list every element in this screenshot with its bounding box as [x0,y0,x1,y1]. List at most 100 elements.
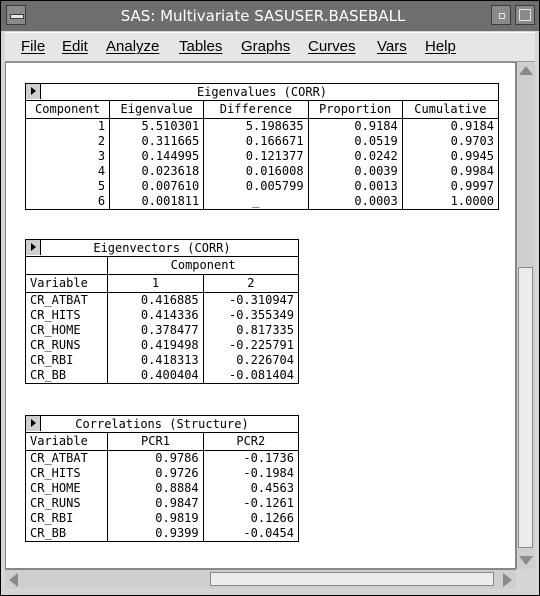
scroll-right-arrow-icon[interactable] [503,573,512,587]
table-cell: 0.121377 [203,149,309,164]
correlations-rows: CR_ATBAT 0.9786 -0.1736 CR_HITS 0.9726 -0.198… [26,450,299,542]
window-title: SAS: Multivariate SASUSER.BASEBALL [120,7,406,25]
table-cell: 0.005799 [203,179,309,194]
table-cell: 0.0039 [307,164,403,179]
table-cell: 0.9819 [107,511,204,526]
table-cell: CR_ATBAT [30,293,88,307]
table-cell: 1.0000 [401,194,499,210]
menu-curves[interactable]: Curves [308,38,356,55]
table-cell: 0.418313 [107,353,204,368]
horizontal-scroll-thumb[interactable] [210,572,494,586]
table-row: 4 0.023618 0.016008 0.0039 0.9984 [26,164,499,179]
scroll-down-arrow-icon[interactable] [519,556,533,565]
column-header: Eigenvalue [109,100,204,119]
table-cell: 0.378477 [107,323,204,338]
window-menu-button[interactable] [6,5,26,25]
table-cell: 0.0519 [307,134,403,149]
table-cell: 2 [97,134,106,148]
table-cell: CR_HITS [30,308,81,322]
group-header: Component [107,256,299,275]
column-header: Cumulative [401,100,499,119]
menu-analyze[interactable]: Analyze [106,38,159,55]
table-row: CR_BB 0.9399 -0.0454 [26,526,299,542]
table-cell: 5.510301 [109,118,204,134]
vertical-scroll-thumb[interactable] [518,267,533,548]
correlations-table: Correlations (Structure) Variable PCR1 P… [25,415,299,542]
table-cell: 0.9184 [401,118,499,134]
eigenvectors-menu-button[interactable] [26,240,41,255]
table-row: CR_HOME 0.8884 0.4563 [26,481,299,496]
table-cell: 0.8884 [107,481,204,496]
table-cell: CR_RBI [30,511,74,525]
table-cell: -0.0454 [202,526,299,542]
table-cell: 6 [97,194,106,208]
table-cell: CR_RUNS [30,496,81,510]
table-cell: -0.081404 [202,368,299,384]
table-cell: 0.0013 [307,179,403,194]
column-header: Component [25,100,110,119]
eigenvectors-rows: CR_ATBAT 0.416885 -0.310947 CR_HITS 0.414336… [26,292,299,384]
table-cell: 0.226704 [202,353,299,368]
minimize-button[interactable] [491,5,511,25]
table-cell: 0.9184 [307,118,403,134]
scroll-left-arrow-icon[interactable] [9,573,18,587]
output-pane: Eigenvalues (CORR) Component Eigenvalue … [5,62,516,569]
table-cell: CR_RUNS [30,338,81,352]
vertical-scrollbar[interactable] [516,62,535,569]
table-row: 2 0.311665 0.166671 0.0519 0.9703 [26,134,499,149]
column-header: 2 [202,274,299,293]
table-cell: CR_HITS [30,466,81,480]
eigenvectors-table: Eigenvectors (CORR) Component Variable 1… [25,239,299,384]
table-cell: 0.0003 [307,194,403,210]
table-cell: -0.310947 [202,292,299,308]
table-cell: 0.144995 [109,149,204,164]
horizontal-scrollbar[interactable] [5,569,516,589]
maximize-button[interactable] [515,5,535,25]
column-header: Difference [203,100,309,119]
table-row: CR_RBI 0.9819 0.1266 [26,511,299,526]
scroll-up-arrow-icon[interactable] [519,66,533,75]
table-row: CR_HITS 0.9726 -0.1984 [26,466,299,481]
eigenvectors-title-cell: Eigenvectors (CORR) [25,239,299,257]
table-cell: 0.9984 [401,164,499,179]
table-cell: 4 [97,164,106,178]
table-cell: CR_BB [30,368,67,382]
column-header: 1 [107,274,204,293]
table-cell: CR_HOME [30,323,81,337]
minimize-icon [499,13,505,19]
table-cell: CR_BB [30,526,67,540]
table-row: CR_ATBAT 0.416885 -0.310947 [26,292,299,308]
table-cell: CR_HOME [30,481,81,495]
menu-tables[interactable]: Tables [179,38,222,55]
blank-header [25,256,108,275]
table-row: CR_ATBAT 0.9786 -0.1736 [26,450,299,466]
menu-help[interactable]: Help [425,38,456,55]
menu-edit[interactable]: Edit [62,38,88,55]
table-cell: -0.1984 [202,466,299,481]
table-cell: -0.1261 [202,496,299,511]
menu-vars[interactable]: Vars [377,38,407,55]
column-header: PCR1 [107,432,204,451]
menu-graphs[interactable]: Graphs [241,38,290,55]
table-cell: 1 [97,119,106,133]
column-header: Variable [25,432,108,451]
table-cell: 0.9786 [107,450,204,466]
table-cell: 0.416885 [107,292,204,308]
table-cell: 0.4563 [202,481,299,496]
table-cell: 0.311665 [109,134,204,149]
table-row: 5 0.007610 0.005799 0.0013 0.9997 [26,179,499,194]
eigenvalues-table: Eigenvalues (CORR) Component Eigenvalue … [25,83,499,210]
menu-file[interactable]: File [21,38,45,55]
table-cell: 0.414336 [107,308,204,323]
table-cell: 0.166671 [203,134,309,149]
table-cell: _ [203,194,309,210]
sas-window: SAS: Multivariate SASUSER.BASEBALL File … [0,0,540,596]
eigenvalues-menu-button[interactable] [26,84,41,99]
correlations-title-cell: Correlations (Structure) [25,415,299,433]
table-cell: 5.198635 [203,118,309,134]
table-cell: 0.0242 [307,149,403,164]
table-row: CR_BB 0.400404 -0.081404 [26,368,299,384]
window-menu-icon [10,14,24,19]
table-cell: 3 [97,149,106,163]
correlations-menu-button[interactable] [26,416,41,431]
